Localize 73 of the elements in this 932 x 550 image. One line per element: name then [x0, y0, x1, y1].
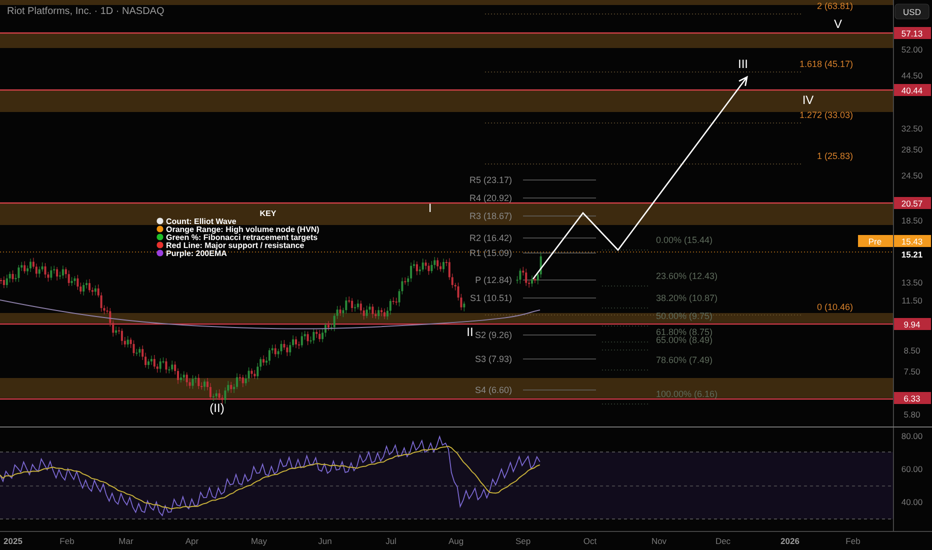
- wave-label: I: [428, 201, 432, 215]
- wave-label: V: [834, 17, 842, 31]
- price-tag: 15.43: [894, 235, 931, 247]
- pivot-label: S4 (6.60): [474, 385, 512, 395]
- pivot-label: S3 (7.93): [474, 354, 512, 364]
- price-label: 7.50: [904, 366, 920, 376]
- price-label: 28.50: [901, 144, 923, 154]
- currency-button[interactable]: USD: [894, 4, 930, 20]
- pivot-label: R2 (16.42): [469, 233, 512, 243]
- fib-retracement-label: 38.20% (10.87): [656, 293, 718, 303]
- legend-item: Orange Range: High volume node (HVN): [166, 225, 320, 234]
- price-label: 18.50: [901, 216, 923, 226]
- wave-label: IV: [802, 93, 814, 107]
- wave-label: (II): [210, 401, 224, 415]
- date-label: Dec: [715, 536, 731, 546]
- rsi-axis-label: 60.00: [901, 464, 923, 474]
- date-label: 2025: [4, 536, 22, 546]
- date-label: May: [250, 536, 268, 546]
- premarket-badge: Pre: [858, 235, 893, 247]
- fib-retracement-label: 61.80% (8.75): [656, 327, 713, 337]
- fib-retracement-label: 23.60% (12.43): [656, 271, 718, 281]
- legend-item: Red Line: Major support / resistance: [166, 241, 304, 250]
- price-label: 32.50: [901, 124, 923, 134]
- rsi-axis-label: 40.00: [901, 497, 923, 507]
- price-tag: 20.57: [894, 197, 931, 209]
- price-tag: 40.44: [894, 84, 931, 96]
- price-tag: 9.94: [894, 318, 931, 330]
- pivot-label: R5 (23.17): [469, 175, 512, 185]
- date-label: Feb: [846, 536, 860, 546]
- date-label: 2026: [780, 536, 800, 546]
- fib-retracement-label: 0.00% (15.44): [656, 235, 713, 245]
- price-label: 24.50: [901, 170, 923, 180]
- price-tag: 57.13: [894, 27, 931, 39]
- price-label: 15.21: [901, 250, 923, 260]
- wave-label: III: [738, 57, 748, 71]
- price-label: 44.50: [901, 70, 923, 80]
- legend-title: KEY: [260, 209, 276, 218]
- date-label: Aug: [448, 536, 464, 546]
- legend-item: Purple: 200EMA: [166, 249, 227, 258]
- price-label: 8.50: [904, 346, 920, 356]
- chart-title: Riot Platforms, Inc. · 1D · NASDAQ: [7, 6, 164, 17]
- fib-extension-label: 1 (25.83): [816, 151, 853, 161]
- pivot-label: S2 (9.26): [474, 330, 512, 340]
- fib-retracement-label: 65.00% (8.49): [656, 335, 713, 345]
- legend-item: Green %: Fibonacci retracement targets: [166, 233, 318, 242]
- pivot-label: R4 (20.92): [469, 193, 512, 203]
- price-label: 52.00: [901, 44, 923, 54]
- rsi-axis-label: 80.00: [901, 431, 923, 441]
- legend-item: Count: Elliot Wave: [166, 217, 236, 226]
- fib-extension-label: 1.272 (33.03): [799, 110, 853, 120]
- price-label: 13.50: [901, 278, 923, 288]
- pivot-label: S1 (10.51): [470, 293, 512, 303]
- price-label: 5.80: [904, 410, 920, 420]
- pivot-label: P (12.84): [475, 275, 512, 285]
- price-tag: 6.33: [894, 392, 931, 404]
- date-label: Apr: [185, 536, 199, 546]
- wave-label: II: [466, 325, 474, 339]
- fib-extension-label: 2 (63.81): [816, 1, 853, 11]
- date-label: Nov: [651, 536, 667, 546]
- pivot-label: R1 (15.09): [469, 248, 512, 258]
- date-label: Jun: [318, 536, 332, 546]
- fib-retracement-label: 50.00% (9.75): [656, 311, 713, 321]
- date-label: Oct: [583, 536, 597, 546]
- date-label: Sep: [515, 536, 531, 546]
- pivot-label: R3 (18.67): [469, 211, 512, 221]
- date-label: Jul: [386, 536, 396, 546]
- price-label: 11.50: [902, 296, 922, 306]
- fib-retracement-label: 100.00% (6.16): [656, 389, 718, 399]
- fib-extension-label: 1.618 (45.17): [799, 59, 853, 69]
- fib-extension-label: 0 (10.46): [816, 302, 853, 312]
- fib-retracement-label: 78.60% (7.49): [656, 355, 713, 365]
- date-label: Mar: [118, 536, 134, 546]
- date-label: Feb: [60, 536, 74, 546]
